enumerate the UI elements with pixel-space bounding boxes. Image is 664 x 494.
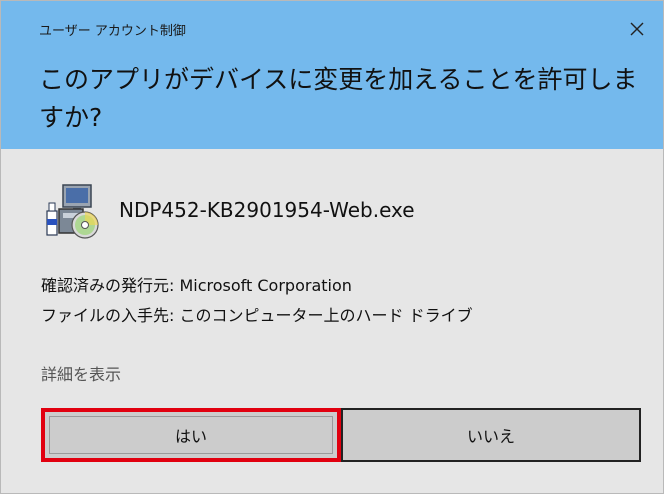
yes-button-label: はい — [174, 427, 207, 446]
yes-button[interactable]: はい — [41, 408, 341, 462]
program-file-name: NDP452-KB2901954-Web.exe — [119, 198, 415, 222]
verified-publisher: 確認済みの発行元: Microsoft Corporation — [41, 276, 352, 295]
close-button[interactable] — [619, 13, 655, 45]
show-details-link[interactable]: 詳細を表示 — [41, 361, 121, 385]
uac-prompt: このアプリがデバイスに変更を加えることを許可しますか? — [39, 65, 638, 132]
window-title: ユーザー アカウント制御 — [39, 24, 186, 39]
uac-dialog: ユーザー アカウント制御 このアプリがデバイスに変更を加えることを許可しますか?… — [0, 0, 664, 494]
installer-package-icon — [46, 184, 99, 239]
no-button[interactable]: いいえ — [341, 408, 641, 462]
file-origin: ファイルの入手先: このコンピューター上のハード ドライブ — [41, 306, 473, 325]
uac-header: ユーザー アカウント制御 このアプリがデバイスに変更を加えることを許可しますか? — [1, 1, 663, 149]
close-icon — [630, 22, 644, 36]
no-button-label: いいえ — [466, 427, 515, 446]
